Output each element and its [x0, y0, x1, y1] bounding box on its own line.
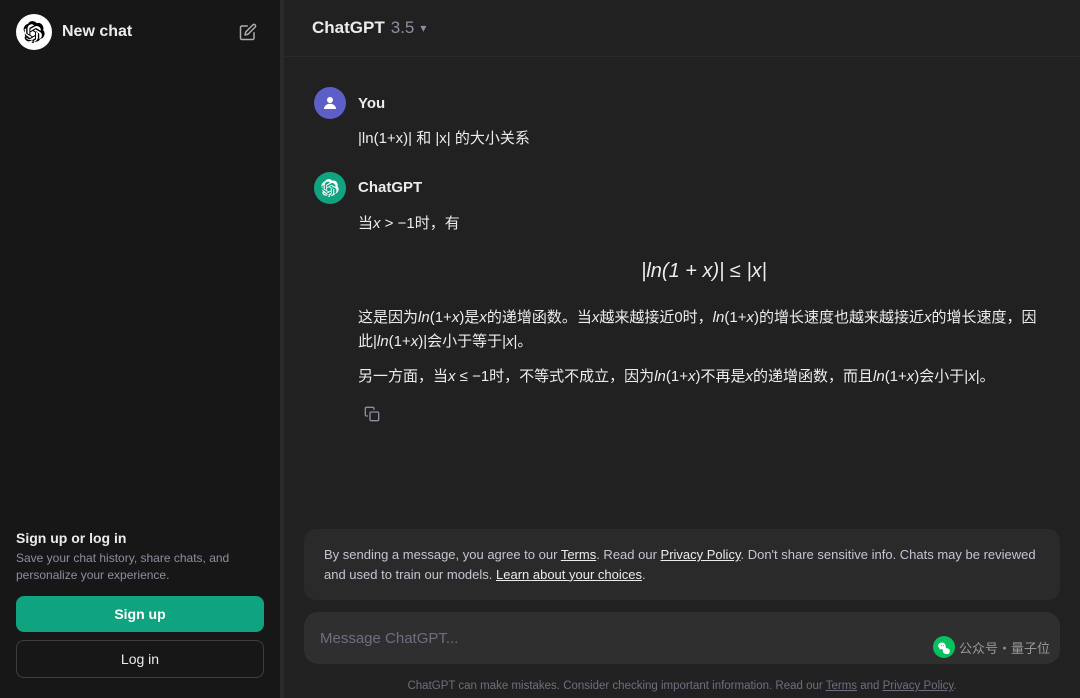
learn-choices-link[interactable]: Learn about your choices: [496, 567, 642, 582]
user-author: You: [358, 95, 385, 112]
disclaimer-text1: By sending a message, you agree to our: [324, 547, 561, 562]
privacy-link[interactable]: Privacy Policy: [661, 547, 741, 562]
sidebar-bottom: Sign up or log in Save your chat history…: [8, 518, 272, 690]
model-selector[interactable]: ChatGPT 3.5 ▾: [304, 14, 434, 42]
main-content: ChatGPT 3.5 ▾ You |ln(1+x)| 和 |x| 的大小关系: [284, 0, 1080, 698]
assistant-message-header: ChatGPT: [314, 172, 1050, 204]
openai-logo-icon: [23, 21, 45, 43]
signup-desc: Save your chat history, share chats, and…: [16, 550, 264, 584]
assistant-message-body: 当x > −1时，有 |ln(1 + x)| ≤ |x| 这是因为ln(1+x)…: [358, 212, 1050, 390]
user-message-body: |ln(1+x)| 和 |x| 的大小关系: [358, 127, 1050, 152]
model-name: ChatGPT: [312, 18, 385, 38]
signup-prompt: Sign up or log in Save your chat history…: [16, 530, 264, 584]
footer-terms-link[interactable]: Terms: [826, 680, 857, 692]
user-message-header: You: [314, 87, 1050, 119]
input-placeholder: Message ChatGPT...: [320, 630, 458, 647]
watermark-text: 公众号・量子位: [959, 638, 1050, 657]
brand-logo: [16, 14, 52, 50]
assistant-message: ChatGPT 当x > −1时，有 |ln(1 + x)| ≤ |x| 这是因…: [284, 162, 1080, 438]
disclaimer-text2: . Read our: [596, 547, 660, 562]
login-button[interactable]: Log in: [16, 640, 264, 678]
signup-button[interactable]: Sign up: [16, 596, 264, 632]
disclaimer-box: By sending a message, you agree to our T…: [304, 529, 1060, 600]
disclaimer-text4: .: [642, 567, 646, 582]
model-version: 3.5: [391, 18, 415, 38]
brand-title: New chat: [62, 23, 132, 41]
terms-link[interactable]: Terms: [561, 547, 596, 562]
footer-text3: .: [953, 680, 956, 692]
footer-text2: and: [857, 680, 883, 692]
brand: New chat: [16, 14, 132, 50]
wechat-icon: [933, 636, 955, 658]
sidebar: New chat Sign up or log in Save your cha…: [0, 0, 280, 698]
signup-title: Sign up or log in: [16, 530, 264, 546]
user-avatar: [314, 87, 346, 119]
chat-messages: You |ln(1+x)| 和 |x| 的大小关系 ChatGPT 当x > −…: [284, 57, 1080, 521]
footer-text1: ChatGPT can make mistakes. Consider chec…: [407, 680, 825, 692]
watermark: 公众号・量子位: [933, 636, 1050, 658]
copy-button[interactable]: [358, 400, 386, 428]
footer-privacy-link[interactable]: Privacy Policy: [883, 680, 954, 692]
chat-header: ChatGPT 3.5 ▾: [284, 0, 1080, 57]
chevron-down-icon: ▾: [420, 21, 426, 35]
input-area: Message ChatGPT... 公众号・量子位 ▼: [284, 612, 1080, 674]
sidebar-history-area: [8, 60, 272, 518]
sidebar-header: New chat: [8, 8, 272, 56]
footer: ChatGPT can make mistakes. Consider chec…: [284, 674, 1080, 698]
chatgpt-avatar: [314, 172, 346, 204]
user-message: You |ln(1+x)| 和 |x| 的大小关系: [284, 77, 1080, 162]
new-chat-button[interactable]: [232, 16, 264, 48]
assistant-author: ChatGPT: [358, 179, 422, 196]
math-formula: |ln(1 + x)| ≤ |x|: [358, 255, 1050, 288]
